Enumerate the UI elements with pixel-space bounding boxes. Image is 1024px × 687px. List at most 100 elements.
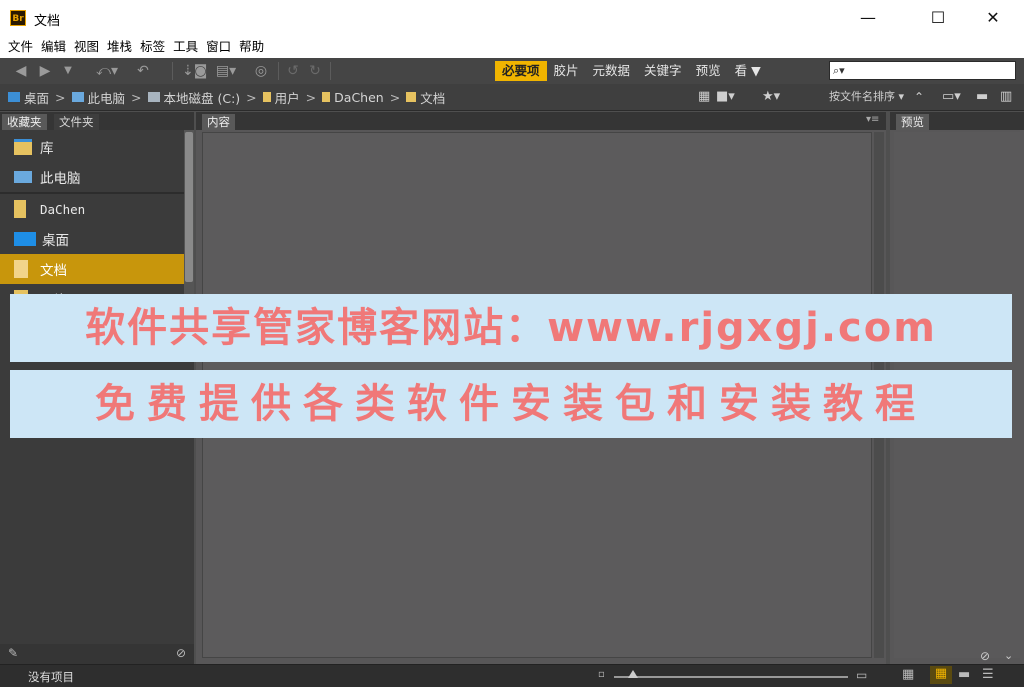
zoom-in-icon[interactable]: ▭ <box>856 668 867 682</box>
breadcrumb-desktop[interactable]: 桌面 <box>8 88 49 107</box>
tab-content[interactable]: 内容 <box>202 114 235 130</box>
lock-grid-icon[interactable]: ▦ <box>902 667 914 682</box>
pin-icon[interactable]: ✎ <box>8 646 18 660</box>
open-recent-folder-icon[interactable]: ▭▾ <box>942 89 970 105</box>
no-filter-icon[interactable]: ⊘ <box>980 649 990 663</box>
close-button[interactable]: ✕ <box>970 0 1016 36</box>
favorite-label: 文档 <box>40 263 67 279</box>
tab-favorites[interactable]: 收藏夹 <box>2 114 47 130</box>
sort-label: 按文件名排序 <box>829 90 895 103</box>
maximize-button[interactable]: ☐ <box>915 0 961 36</box>
quality-icon[interactable]: ▦ <box>698 89 712 105</box>
toolbar-separator <box>172 62 173 80</box>
breadcrumb-label: DaChen <box>334 89 384 105</box>
breadcrumb: 桌面 > 此电脑 > 本地磁盘 (C:) > 用户 > DaChen > 文档 <box>8 88 445 106</box>
menu-label[interactable]: 标签 <box>138 36 171 58</box>
workspace-preview[interactable]: 预览 <box>689 61 728 81</box>
star-filter-icon[interactable]: ★▾ <box>762 89 792 105</box>
favorite-library[interactable]: 库 <box>0 132 184 162</box>
boomerang-icon[interactable]: ↶ <box>134 62 152 80</box>
status-bar: 没有项目 ▫ ▭ ▦ ▦ ▬ ☰ ⊘ ⌄ <box>0 649 1024 687</box>
chevron-right-icon[interactable]: > <box>131 90 141 105</box>
rotate-right-icon[interactable]: ↻ <box>306 62 324 80</box>
title-bar: Br 文档 — ☐ ✕ <box>0 0 1024 36</box>
menu-file[interactable]: 文件 <box>6 36 39 58</box>
favorite-desktop[interactable]: 桌面 <box>0 224 184 254</box>
workspace-light-table[interactable]: 看 ▼ <box>728 61 768 81</box>
sort-dropdown[interactable]: 按文件名排序 ▾ <box>829 89 904 105</box>
refine-icon[interactable]: ▤▾ <box>212 62 240 80</box>
rotate-left-icon[interactable]: ↺ <box>284 62 302 80</box>
favorites-list: 库 此电脑 DaChen 桌面 文档 图片 <box>0 132 184 314</box>
forward-icon[interactable]: ▶ <box>36 62 54 80</box>
thumbnail-view-icon[interactable]: ▦ <box>930 666 952 684</box>
menu-window[interactable]: 窗口 <box>204 36 237 58</box>
breadcrumb-local-disk[interactable]: 本地磁盘 (C:) <box>147 88 240 107</box>
favorites-scroll-thumb[interactable] <box>185 132 193 282</box>
desktop-icon <box>8 92 20 102</box>
chevron-right-icon[interactable]: > <box>390 90 400 105</box>
thumbnail-zoom-slider[interactable] <box>614 676 848 678</box>
new-folder-icon[interactable]: ▬ <box>976 89 992 105</box>
back-icon[interactable]: ◀ <box>12 62 30 80</box>
workspace-light-table-label: 看 <box>734 63 748 78</box>
chevron-right-icon[interactable]: > <box>246 90 256 105</box>
tab-preview[interactable]: 预览 <box>896 114 929 130</box>
collapse-panel-icon[interactable]: ⌄ <box>1004 649 1013 662</box>
breadcrumb-this-pc[interactable]: 此电脑 <box>71 88 125 107</box>
panel-header: 收藏夹 文件夹 <box>0 112 194 130</box>
favorite-label: DaChen <box>40 201 86 217</box>
workspace-filmstrip[interactable]: 胶片 <box>547 61 586 81</box>
menu-help[interactable]: 帮助 <box>237 36 270 58</box>
workspace-keywords[interactable]: 关键字 <box>637 61 689 81</box>
left-panel-footer: ✎ ⊘ <box>0 644 194 664</box>
minimize-button[interactable]: — <box>845 0 891 36</box>
library-icon <box>14 139 32 155</box>
chevron-right-icon[interactable]: > <box>306 90 316 105</box>
breadcrumb-dachen[interactable]: DaChen <box>322 90 384 105</box>
workspace-metadata[interactable]: 元数据 <box>586 61 638 81</box>
sort-ascending-icon[interactable]: ⌃ <box>914 89 928 105</box>
favorite-documents[interactable]: 文档 <box>0 254 184 284</box>
watermark-banner: 软件共享管家博客网站：www.rjgxgj.com <box>10 294 1012 362</box>
documents-icon <box>406 92 417 102</box>
menu-view[interactable]: 视图 <box>72 36 105 58</box>
folder-icon <box>322 92 331 102</box>
toolbar: ◀ ▶ ▼ ⤺▾ ↶ ⇣◙ ▤▾ ◎ ↺ ↻ 必要项 胶片 元数据 关键字 预览… <box>0 58 1024 85</box>
delete-icon[interactable]: ▥ <box>1000 89 1016 105</box>
breadcrumb-users[interactable]: 用户 <box>262 88 300 107</box>
get-photos-icon[interactable]: ⇣◙ <box>182 62 207 80</box>
recent-dropdown-icon[interactable]: ▼ <box>60 62 76 80</box>
breadcrumb-label: 用户 <box>274 90 300 106</box>
breadcrumb-label: 桌面 <box>24 90 50 106</box>
favorite-label: 桌面 <box>42 233 69 249</box>
list-view-icon[interactable]: ☰ <box>982 667 994 682</box>
chevron-right-icon[interactable]: > <box>55 90 65 105</box>
desktop-icon <box>14 232 36 246</box>
tab-folders[interactable]: 文件夹 <box>54 114 99 130</box>
favorite-label: 库 <box>40 141 54 157</box>
menu-tools[interactable]: 工具 <box>171 36 204 58</box>
workspace-essentials[interactable]: 必要项 <box>495 61 547 81</box>
zoom-slider-thumb[interactable] <box>628 670 638 678</box>
workspace-more-icon[interactable]: ▼ <box>751 63 761 78</box>
favorite-this-pc[interactable]: 此电脑 <box>0 162 184 192</box>
folder-icon <box>262 92 271 102</box>
panel-menu-icon[interactable]: ▾≡ <box>866 114 879 125</box>
breadcrumb-documents[interactable]: 文档 <box>406 88 445 107</box>
search-input[interactable]: ⌕▾ <box>829 61 1016 80</box>
menu-stack[interactable]: 堆栈 <box>105 36 138 58</box>
favorite-label: 此电脑 <box>40 171 81 187</box>
view-options-icon[interactable]: ■▾ <box>716 89 744 105</box>
window-title: 文档 <box>34 14 61 29</box>
favorite-dachen[interactable]: DaChen <box>0 194 184 224</box>
breadcrumb-label: 文档 <box>420 90 446 106</box>
no-filter-icon[interactable]: ⊘ <box>176 646 186 660</box>
status-text: 没有项目 <box>28 670 74 684</box>
details-view-icon[interactable]: ▬ <box>958 667 970 682</box>
camera-raw-icon[interactable]: ◎ <box>252 62 270 80</box>
computer-icon <box>71 92 84 102</box>
menu-edit[interactable]: 编辑 <box>39 36 72 58</box>
zoom-out-icon[interactable]: ▫ <box>598 669 605 680</box>
go-parent-icon[interactable]: ⤺▾ <box>94 62 120 80</box>
